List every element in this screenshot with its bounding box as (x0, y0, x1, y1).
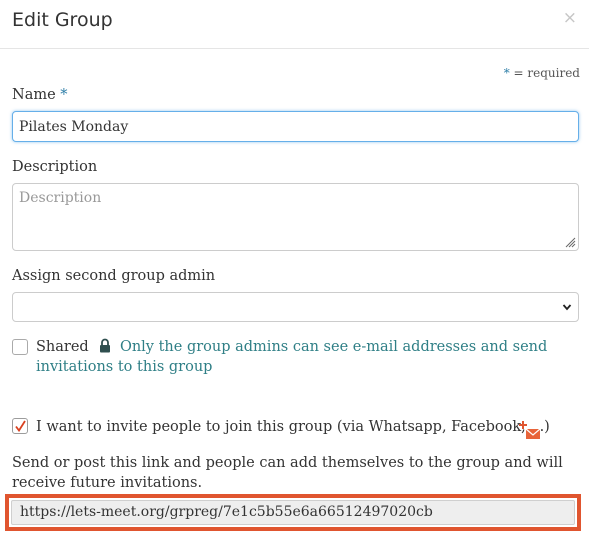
group-link-field[interactable]: https://lets-meet.org/grpreg/7e1c5b55e6a… (11, 500, 575, 525)
description-label: Description (12, 159, 98, 175)
shared-note-line1: Only the group admins can see e-mail add… (119, 339, 548, 355)
second-admin-select[interactable] (12, 292, 579, 322)
required-note-text: = required (509, 66, 580, 80)
edit-group-modal: Edit Group × * = required Name * Descrip… (0, 0, 589, 552)
checkmark-icon (15, 420, 26, 432)
chevron-down-icon (562, 304, 572, 311)
description-textarea[interactable]: Description (12, 183, 579, 251)
resize-grip-icon[interactable] (565, 237, 576, 248)
link-info-text: Send or post this link and people can ad… (12, 455, 563, 491)
name-label-text: Name (12, 87, 56, 103)
link-highlight-box: https://lets-meet.org/grpreg/7e1c5b55e6a… (5, 494, 581, 531)
modal-header: Edit Group × (0, 0, 589, 49)
invite-label: I want to invite people to join this gro… (36, 419, 550, 435)
name-label: Name * (12, 87, 68, 103)
shared-note-line2: invitations to this group (36, 359, 213, 375)
name-input[interactable] (12, 111, 579, 142)
close-icon[interactable]: × (563, 8, 577, 28)
shared-checkbox[interactable] (12, 339, 28, 355)
invite-envelope-icon[interactable] (518, 420, 542, 440)
lock-icon (100, 338, 111, 353)
name-required-star: * (60, 87, 68, 103)
second-admin-label: Assign second group admin (12, 268, 216, 284)
required-note: * = required (504, 66, 580, 80)
shared-label: Shared (36, 339, 89, 355)
modal-title: Edit Group (12, 9, 113, 31)
invite-checkbox[interactable] (12, 418, 28, 434)
shared-option: Shared Only the group admins can see e-m… (36, 337, 547, 357)
description-placeholder: Description (19, 190, 102, 206)
